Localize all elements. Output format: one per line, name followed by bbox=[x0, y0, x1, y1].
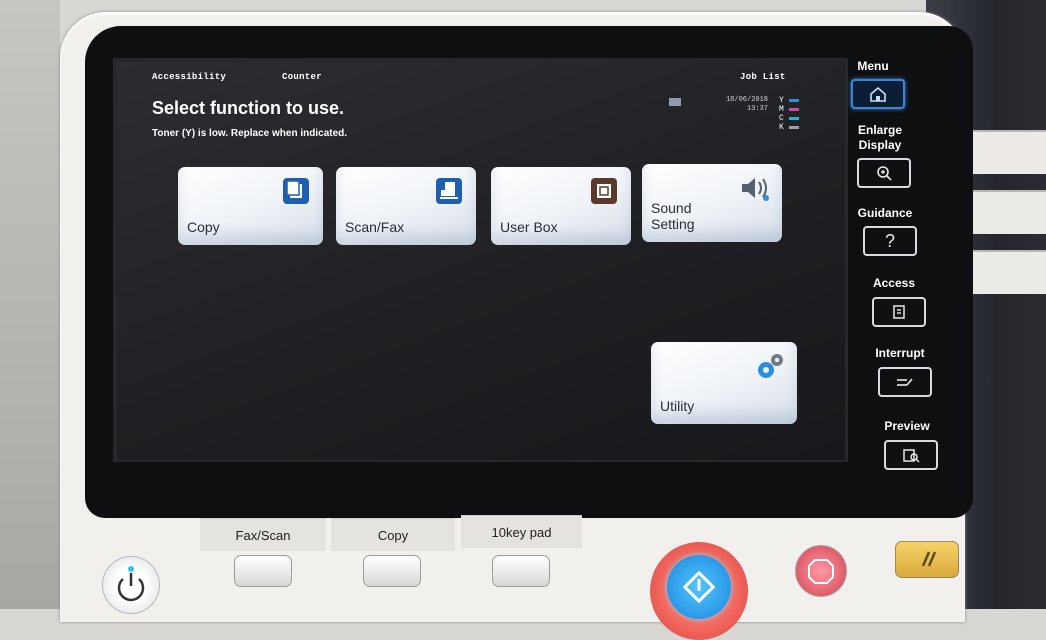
start-button[interactable] bbox=[667, 555, 731, 619]
network-status-icon bbox=[669, 98, 681, 106]
preview-label: Preview bbox=[884, 419, 930, 433]
zoom-in-icon bbox=[877, 166, 892, 181]
date-time: 18/06/2018 13:37 bbox=[720, 96, 768, 114]
utility-tile[interactable]: Utility bbox=[651, 342, 797, 424]
access-button[interactable] bbox=[872, 297, 926, 327]
power-icon bbox=[117, 566, 145, 602]
menu-label: Menu bbox=[857, 59, 889, 73]
interrupt-label: Interrupt bbox=[875, 346, 925, 360]
time: 13:37 bbox=[746, 105, 768, 113]
utility-label: Utility bbox=[660, 398, 695, 414]
tenkey-pad-key[interactable] bbox=[492, 555, 550, 587]
user-box-label: User Box bbox=[500, 219, 558, 235]
date: 18/06/2018 bbox=[725, 96, 768, 104]
guidance-label: Guidance bbox=[857, 206, 913, 220]
speaker-icon bbox=[742, 178, 769, 201]
gears-icon bbox=[758, 354, 783, 378]
menu-button[interactable] bbox=[851, 79, 905, 109]
enlarge-display-label: Enlarge Display bbox=[857, 123, 902, 152]
toner-levels: Y M C K bbox=[779, 96, 811, 132]
accessibility-link[interactable]: Accessibility bbox=[152, 72, 226, 82]
access-label: Access bbox=[872, 276, 916, 290]
fax-scan-key[interactable] bbox=[234, 555, 292, 587]
copy-key[interactable] bbox=[363, 555, 421, 587]
sound-setting-tile[interactable]: Sound Setting bbox=[642, 164, 782, 242]
scan-fax-label: Scan/Fax bbox=[345, 219, 405, 235]
interrupt-button[interactable] bbox=[878, 367, 932, 397]
toner-c: C bbox=[779, 114, 811, 123]
reset-icon bbox=[921, 551, 937, 567]
reset-button[interactable] bbox=[895, 541, 959, 578]
copy-tile[interactable]: Copy bbox=[178, 167, 323, 245]
stop-button[interactable] bbox=[795, 545, 847, 597]
toner-k: K bbox=[779, 123, 811, 132]
copy-key-label: Copy bbox=[331, 518, 455, 551]
toner-y: Y bbox=[779, 96, 811, 105]
scan-fax-tile[interactable]: Scan/Fax bbox=[336, 167, 476, 245]
start-icon bbox=[682, 570, 716, 604]
stop-icon bbox=[808, 559, 834, 584]
toner-m: M bbox=[779, 105, 811, 114]
copy-icon bbox=[283, 178, 309, 204]
job-list-link[interactable]: Job List bbox=[740, 72, 786, 82]
interrupt-icon bbox=[897, 378, 913, 386]
scan-fax-icon bbox=[436, 178, 462, 204]
toner-warning: Toner (Y) is low. Replace when indicated… bbox=[152, 128, 348, 139]
user-box-icon bbox=[591, 178, 617, 204]
power-button[interactable] bbox=[102, 556, 160, 614]
preview-button[interactable] bbox=[884, 440, 938, 470]
enlarge-display-button[interactable] bbox=[857, 158, 911, 188]
access-icon bbox=[893, 305, 905, 319]
question-mark-icon: ? bbox=[884, 230, 895, 251]
guidance-button[interactable]: ? bbox=[863, 226, 917, 256]
background-left bbox=[0, 0, 60, 609]
home-icon bbox=[870, 86, 886, 102]
tenkey-key-label: 10key pad bbox=[461, 515, 582, 548]
user-box-tile[interactable]: User Box bbox=[491, 167, 631, 245]
preview-icon bbox=[903, 449, 920, 463]
counter-link[interactable]: Counter bbox=[282, 72, 322, 82]
sound-setting-label: Sound Setting bbox=[651, 200, 695, 232]
fax-scan-key-label: Fax/Scan bbox=[200, 518, 326, 551]
page-title: Select function to use. bbox=[152, 98, 345, 118]
copy-label: Copy bbox=[187, 219, 220, 235]
